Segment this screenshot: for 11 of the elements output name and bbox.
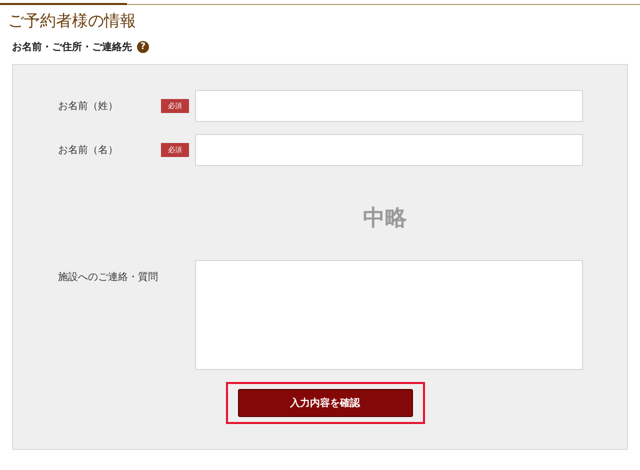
help-icon[interactable]: ? bbox=[137, 41, 149, 53]
field-label: お名前（名） bbox=[58, 144, 119, 157]
input-field[interactable] bbox=[195, 134, 583, 166]
omission-note: 中略 bbox=[362, 205, 408, 233]
message-field[interactable] bbox=[195, 260, 583, 370]
confirm-button[interactable]: 入力内容を確認 bbox=[238, 389, 412, 417]
field-label: お名前（姓） bbox=[58, 100, 119, 113]
section-subtitle: お名前・ご住所・ご連絡先 bbox=[12, 40, 132, 54]
input-field[interactable] bbox=[195, 90, 583, 122]
section-title: ご予約者様の情報 bbox=[8, 12, 137, 32]
field-label: 施設へのご連絡・質問 bbox=[58, 270, 159, 284]
